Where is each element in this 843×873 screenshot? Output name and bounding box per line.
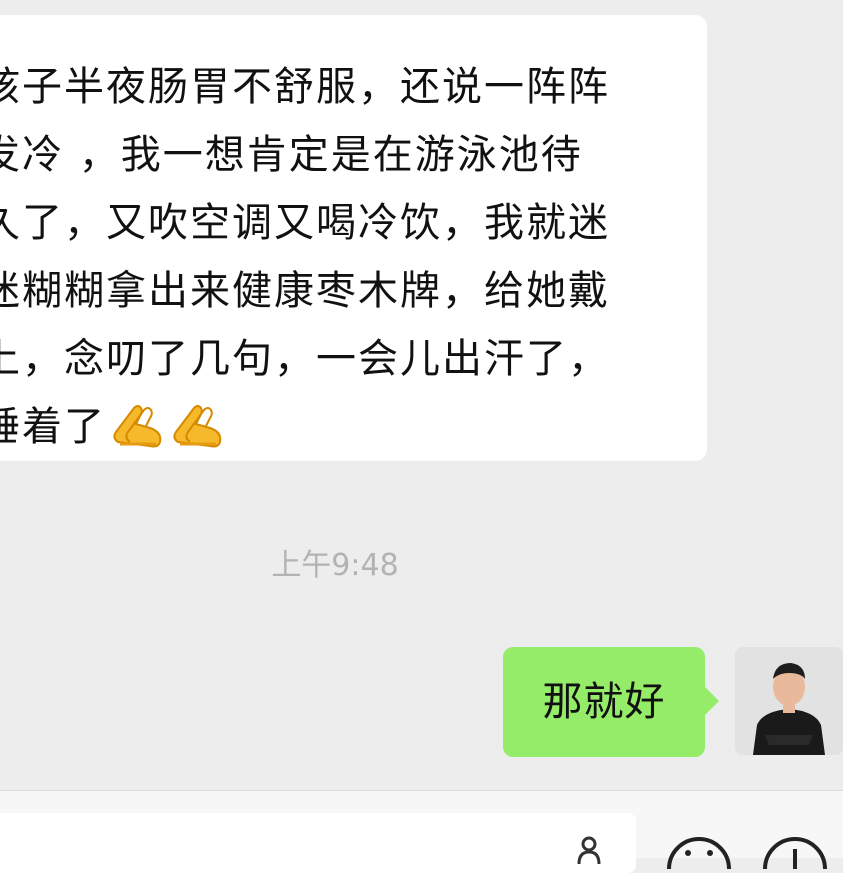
message-line: 孩子半夜肠胃不舒服，还说一阵阵 [0, 64, 610, 110]
message-input[interactable] [0, 813, 636, 873]
message-timestamp: 上午9:48 [271, 548, 399, 583]
avatar-portrait-icon [735, 647, 843, 755]
folded-hands-icon [113, 405, 162, 448]
outgoing-message-text: 那就好 [542, 679, 666, 725]
message-line: 发冷 ，我一想肯定是在游泳池待 [0, 132, 583, 178]
message-line-text: 睡着了 [0, 404, 106, 450]
chat-message-area[interactable]: 孩子半夜肠胃不舒服，还说一阵阵 发冷 ，我一想肯定是在游泳池待 久了，又吹空调又… [0, 0, 843, 790]
incoming-message-text: 孩子半夜肠胃不舒服，还说一阵阵 发冷 ，我一想肯定是在游泳池待 久了，又吹空调又… [0, 53, 670, 461]
plus-button-icon[interactable] [760, 829, 830, 869]
folded-hands-icon [173, 405, 222, 448]
message-line-last: 睡着了 [0, 393, 670, 461]
message-line: 久了，又吹空调又喝冷饮，我就迷 [0, 200, 610, 246]
chat-input-bar [0, 790, 843, 873]
incoming-message-bubble[interactable]: 孩子半夜肠胃不舒服，还说一阵阵 发冷 ，我一想肯定是在游泳池待 久了，又吹空调又… [0, 15, 707, 461]
message-line: 迷糊糊拿出来健康枣木牌，给她戴 [0, 268, 610, 314]
outgoing-message-bubble[interactable]: 那就好 [503, 647, 719, 757]
emoji-button-icon[interactable] [664, 829, 734, 869]
user-avatar[interactable] [735, 647, 843, 755]
message-line: 上，念叨了几句，一会儿出汗了， [0, 336, 610, 382]
voice-icon[interactable] [575, 836, 603, 864]
